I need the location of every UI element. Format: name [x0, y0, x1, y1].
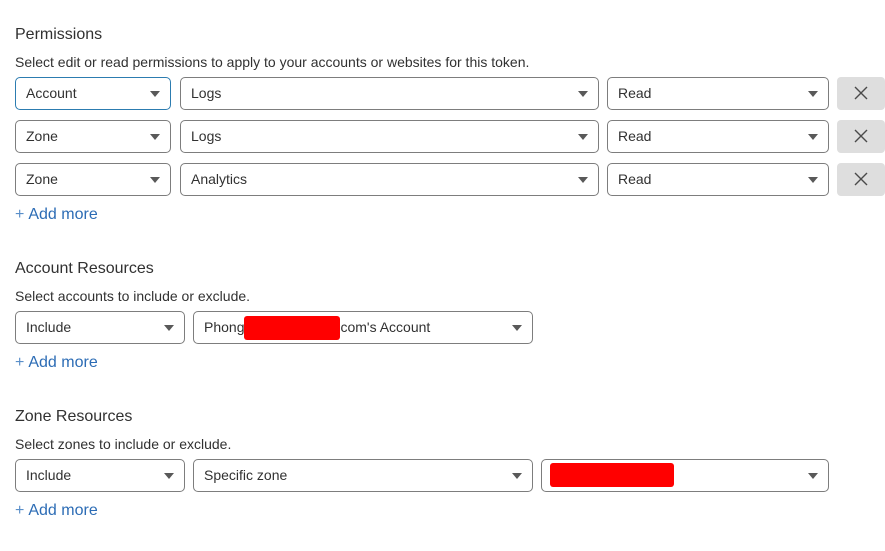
remove-permission-button-1[interactable]	[837, 77, 885, 110]
chevron-down-icon	[150, 177, 160, 183]
permission-scope-value: Zone	[26, 128, 58, 144]
account-value: Phong com's Account	[204, 312, 430, 343]
permission-scope-value: Account	[26, 85, 77, 101]
add-more-label: Add more	[28, 354, 98, 371]
redacted-block	[244, 316, 341, 341]
permission-scope-select-1[interactable]: Account	[15, 77, 171, 110]
permissions-add-more-link[interactable]: + Add more	[15, 206, 98, 224]
account-resources-add-more-link[interactable]: + Add more	[15, 354, 98, 372]
chevron-down-icon	[512, 325, 522, 331]
plus-icon: +	[15, 354, 25, 371]
permission-access-value: Read	[618, 171, 652, 187]
account-name-suffix: com's Account	[340, 319, 431, 335]
account-name-prefix: Phong	[204, 319, 245, 335]
permission-access-select-1[interactable]: Read	[607, 77, 829, 110]
chevron-down-icon	[578, 134, 588, 140]
zone-type-value: Specific zone	[204, 467, 288, 483]
remove-permission-button-2[interactable]	[837, 120, 885, 153]
chevron-down-icon	[150, 91, 160, 97]
permission-scope-select-3[interactable]: Zone	[15, 163, 171, 196]
zone-resources-title: Zone Resources	[15, 408, 133, 425]
permission-access-value: Read	[618, 85, 652, 101]
zone-resources-description: Select zones to include or exclude.	[15, 436, 232, 452]
zone-resources-add-more-link[interactable]: + Add more	[15, 502, 98, 520]
chevron-down-icon	[164, 473, 174, 479]
permission-resource-select-1[interactable]: Logs	[180, 77, 599, 110]
zone-select[interactable]	[541, 459, 829, 492]
account-resources-description: Select accounts to include or exclude.	[15, 288, 251, 304]
chevron-down-icon	[164, 325, 174, 331]
permission-access-value: Read	[618, 128, 652, 144]
account-include-select[interactable]: Include	[15, 311, 185, 344]
permission-access-select-3[interactable]: Read	[607, 163, 829, 196]
account-select[interactable]: Phong com's Account	[193, 311, 533, 344]
chevron-down-icon	[808, 177, 818, 183]
permission-scope-select-2[interactable]: Zone	[15, 120, 171, 153]
permission-resource-select-2[interactable]: Logs	[180, 120, 599, 153]
redacted-block	[550, 463, 674, 487]
account-include-value: Include	[26, 319, 72, 335]
close-icon	[854, 129, 868, 143]
chevron-down-icon	[578, 177, 588, 183]
chevron-down-icon	[808, 473, 818, 479]
plus-icon: +	[15, 206, 25, 223]
permission-resource-value: Logs	[191, 85, 222, 101]
remove-permission-button-3[interactable]	[837, 163, 885, 196]
close-icon	[854, 86, 868, 100]
permission-access-select-2[interactable]: Read	[607, 120, 829, 153]
zone-include-value: Include	[26, 467, 72, 483]
account-resources-title: Account Resources	[15, 260, 154, 277]
chevron-down-icon	[808, 134, 818, 140]
permission-resource-value: Analytics	[191, 171, 248, 187]
permissions-title: Permissions	[15, 26, 103, 43]
plus-icon: +	[15, 502, 25, 519]
close-icon	[854, 172, 868, 186]
chevron-down-icon	[150, 134, 160, 140]
permissions-description: Select edit or read permissions to apply…	[15, 54, 530, 70]
permission-resource-value: Logs	[191, 128, 222, 144]
add-more-label: Add more	[28, 206, 98, 223]
chevron-down-icon	[512, 473, 522, 479]
add-more-label: Add more	[28, 502, 98, 519]
permission-resource-select-3[interactable]: Analytics	[180, 163, 599, 196]
permission-scope-value: Zone	[26, 171, 58, 187]
chevron-down-icon	[808, 91, 818, 97]
zone-type-select[interactable]: Specific zone	[193, 459, 533, 492]
zone-include-select[interactable]: Include	[15, 459, 185, 492]
chevron-down-icon	[578, 91, 588, 97]
